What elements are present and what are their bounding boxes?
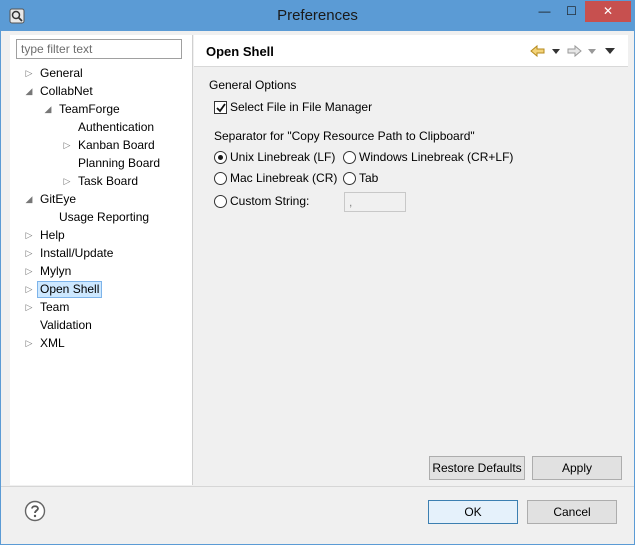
custom-string-input[interactable] bbox=[344, 192, 406, 212]
expand-arrow-icon[interactable]: ▷ bbox=[62, 173, 72, 190]
page-header: Open Shell bbox=[194, 35, 628, 67]
tree-item-label[interactable]: Planning Board bbox=[76, 155, 162, 172]
back-arrow-icon[interactable] bbox=[530, 43, 546, 59]
apply-button[interactable]: Apply bbox=[532, 456, 622, 480]
expand-arrow-icon[interactable]: ▷ bbox=[24, 263, 34, 280]
checkbox-checked[interactable] bbox=[214, 101, 227, 114]
title-bar[interactable]: Preferences — ☐ ✕ bbox=[1, 1, 634, 31]
tree-item-label[interactable]: Install/Update bbox=[38, 245, 115, 262]
ok-button[interactable]: OK bbox=[428, 500, 518, 524]
minimize-button[interactable]: — bbox=[531, 1, 558, 22]
forward-dropdown-icon[interactable] bbox=[584, 43, 600, 59]
back-dropdown-icon[interactable] bbox=[548, 43, 564, 59]
tree-item-label-selected[interactable]: Open Shell bbox=[37, 281, 103, 298]
expand-arrow-icon[interactable]: ▷ bbox=[24, 281, 34, 298]
page-title: Open Shell bbox=[206, 44, 274, 59]
help-icon[interactable] bbox=[24, 500, 46, 522]
close-button[interactable]: ✕ bbox=[585, 1, 631, 22]
forward-arrow-icon[interactable] bbox=[566, 43, 582, 59]
radio-button[interactable] bbox=[214, 172, 227, 185]
tree-item-label[interactable]: XML bbox=[38, 335, 67, 352]
preference-page: Open Shell General Options Select File i… bbox=[194, 35, 628, 485]
radio-button[interactable] bbox=[214, 195, 227, 208]
expand-arrow-icon[interactable]: ▷ bbox=[24, 299, 34, 316]
collapse-arrow-icon[interactable]: ◢ bbox=[24, 83, 34, 100]
radio-button-selected[interactable] bbox=[214, 151, 227, 164]
tree-item-label[interactable]: GitEye bbox=[38, 191, 78, 208]
expand-arrow-icon[interactable]: ▷ bbox=[24, 245, 34, 262]
view-menu-icon[interactable] bbox=[602, 43, 618, 59]
tree-item-label[interactable]: Authentication bbox=[76, 119, 156, 136]
tree-item-label[interactable]: Team bbox=[38, 299, 71, 316]
separator-label: Separator for "Copy Resource Path to Cli… bbox=[214, 129, 475, 143]
divider bbox=[1, 486, 634, 487]
checkmark-icon bbox=[216, 103, 226, 113]
expand-arrow-icon[interactable]: ▷ bbox=[24, 227, 34, 244]
tree-item-label[interactable]: Mylyn bbox=[38, 263, 73, 280]
radio-label[interactable]: Unix Linebreak (LF) bbox=[230, 150, 335, 164]
tree-item-label[interactable]: Validation bbox=[38, 317, 94, 334]
tree-item-label[interactable]: General bbox=[38, 65, 85, 82]
restore-defaults-button[interactable]: Restore Defaults bbox=[429, 456, 525, 480]
expand-arrow-icon[interactable]: ▷ bbox=[24, 335, 34, 352]
tree-item-label[interactable]: Usage Reporting bbox=[57, 209, 151, 226]
select-file-label[interactable]: Select File in File Manager bbox=[230, 100, 372, 114]
tree-item-label[interactable]: Task Board bbox=[76, 173, 140, 190]
expand-arrow-icon[interactable]: ▷ bbox=[24, 65, 34, 82]
tree-item-label[interactable]: CollabNet bbox=[38, 83, 95, 100]
collapse-arrow-icon[interactable]: ◢ bbox=[43, 101, 53, 118]
radio-label[interactable]: Mac Linebreak (CR) bbox=[230, 171, 337, 185]
filter-input[interactable] bbox=[16, 39, 182, 59]
tree-item-label[interactable]: Kanban Board bbox=[76, 137, 157, 154]
preferences-window: Preferences — ☐ ✕ ▷ General ◢ CollabNet … bbox=[0, 0, 635, 545]
expand-arrow-icon[interactable]: ▷ bbox=[62, 137, 72, 154]
collapse-arrow-icon[interactable]: ◢ bbox=[24, 191, 34, 208]
cancel-button[interactable]: Cancel bbox=[527, 500, 617, 524]
radio-label[interactable]: Tab bbox=[359, 171, 378, 185]
radio-button[interactable] bbox=[343, 151, 356, 164]
radio-label[interactable]: Windows Linebreak (CR+LF) bbox=[359, 150, 513, 164]
preference-tree-panel: ▷ General ◢ CollabNet ◢ TeamForge Authen… bbox=[10, 35, 193, 485]
radio-button[interactable] bbox=[343, 172, 356, 185]
maximize-button[interactable]: ☐ bbox=[558, 1, 585, 22]
page-nav-toolbar bbox=[530, 43, 620, 59]
tree-item-label[interactable]: TeamForge bbox=[57, 101, 122, 118]
radio-label[interactable]: Custom String: bbox=[230, 194, 309, 208]
tree-item-label[interactable]: Help bbox=[38, 227, 67, 244]
general-options-heading: General Options bbox=[209, 78, 297, 92]
